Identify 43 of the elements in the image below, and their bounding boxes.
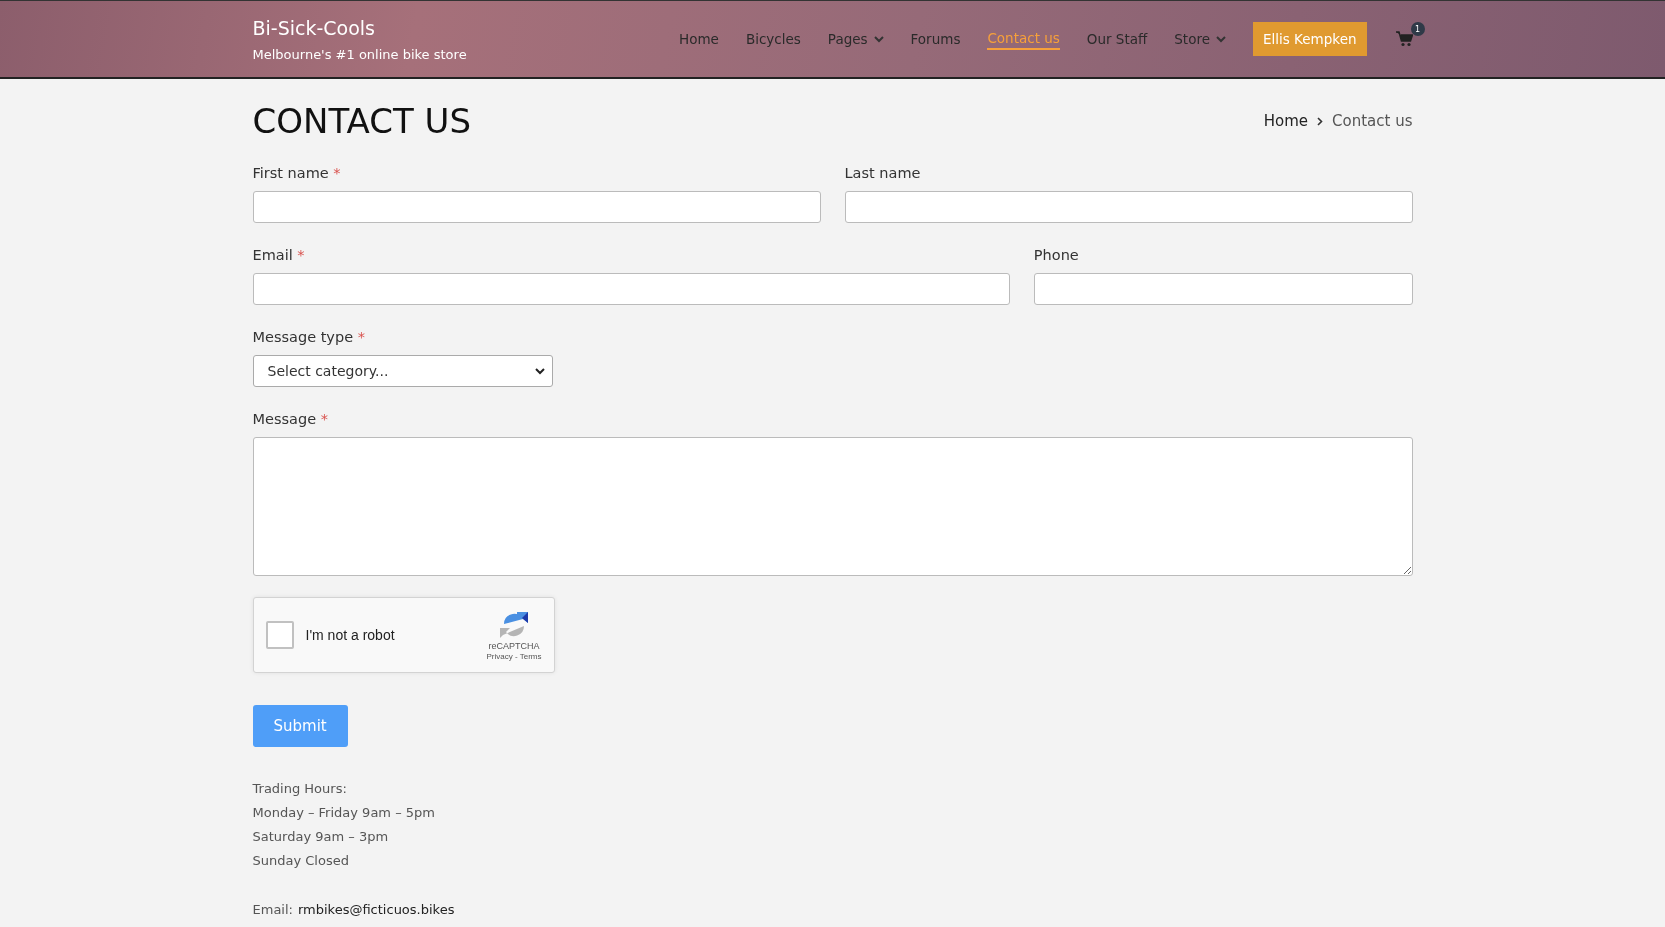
email-label: Email:	[252, 902, 293, 917]
recaptcha-label: reCAPTCHA	[488, 640, 540, 651]
trading-hours-line: Saturday 9am – 3pm	[252, 829, 390, 844]
trading-hours-line: Sunday Closed	[252, 853, 350, 868]
trading-hours-line: Monday – Friday 9am – 5pm	[252, 805, 436, 820]
captcha-checkbox[interactable]	[265, 621, 294, 649]
text-field[interactable]	[252, 273, 1010, 305]
user-button[interactable]: Ellis Kempken	[1253, 22, 1367, 56]
nav-link[interactable]: Contact us	[987, 28, 1060, 50]
field-label: Email *	[252, 247, 305, 263]
nav-link[interactable]: Bicycles	[745, 29, 801, 49]
submit-button[interactable]: Submit	[252, 705, 348, 747]
nav-dropdown[interactable]: Store	[1174, 29, 1226, 49]
nav-link[interactable]: Home	[679, 29, 719, 49]
field-label: Message *	[252, 411, 328, 427]
field-label: Message type *	[252, 329, 365, 345]
category-select[interactable]: Select category...	[252, 355, 553, 387]
field-label: First name *	[252, 165, 341, 181]
nav-dropdown[interactable]: Pages	[827, 29, 884, 49]
breadcrumb-current: Contact us	[1332, 112, 1413, 130]
page-title: CONTACT US	[252, 101, 471, 141]
nav-link[interactable]: Our Staff	[1086, 29, 1148, 49]
text-field[interactable]	[1033, 273, 1413, 305]
breadcrumb-link[interactable]: Home	[1263, 112, 1309, 130]
trading-hours-line: Trading Hours:	[252, 781, 348, 796]
field-label: Phone	[1033, 247, 1079, 263]
email-link[interactable]: rmbikes@ficticuos.bikes	[297, 902, 455, 917]
recaptcha-logo-icon	[498, 609, 530, 640]
site-title[interactable]: Bi-Sick-Cools	[252, 16, 467, 39]
chevron-down-icon	[1216, 35, 1226, 43]
captcha-label: I'm not a robot	[305, 627, 396, 643]
nav-link[interactable]: Forums	[910, 29, 961, 49]
chevron-down-icon	[873, 35, 884, 43]
chevron-down-icon	[534, 367, 545, 375]
text-field[interactable]	[252, 191, 821, 223]
text-field[interactable]	[844, 191, 1413, 223]
cart-count-badge: 1	[1410, 22, 1425, 36]
chevron-right-icon	[1317, 116, 1324, 126]
cart-icon[interactable]	[1395, 31, 1413, 47]
message-textarea[interactable]	[252, 437, 1413, 576]
site-tagline: Melbourne's #1 online bike store	[252, 46, 467, 62]
field-label: Last name	[844, 165, 921, 181]
recaptcha-links[interactable]: Privacy - Terms	[486, 651, 542, 661]
